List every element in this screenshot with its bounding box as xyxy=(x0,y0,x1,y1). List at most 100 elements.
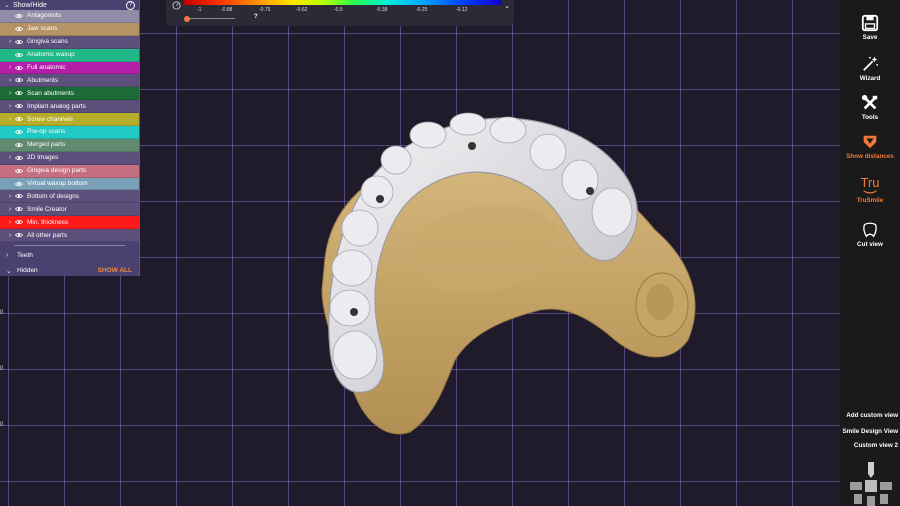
layer-row[interactable]: ›Anatomic waxup xyxy=(0,48,139,62)
chevron-right-icon[interactable]: › xyxy=(6,232,14,239)
visibility-eye-icon[interactable] xyxy=(15,142,24,148)
chevron-right-icon[interactable]: › xyxy=(6,116,14,123)
threshold-slider-track[interactable] xyxy=(189,18,235,19)
teeth-label: Teeth xyxy=(17,252,33,260)
layer-row[interactable]: › Gingiva scans xyxy=(0,35,139,49)
custom-view-2-link[interactable]: Custom view 2 xyxy=(854,442,898,449)
layer-row[interactable]: › Min. thickness xyxy=(0,216,139,230)
show-distances-button[interactable]: Show distances xyxy=(840,133,900,160)
navigation-cube-icon[interactable] xyxy=(848,460,894,506)
show-hide-title: Show/Hide xyxy=(13,1,47,9)
layer-row[interactable]: › Abutments xyxy=(0,74,139,88)
layer-label: Antagonists xyxy=(27,12,61,20)
visibility-eye-icon[interactable] xyxy=(15,168,24,174)
layer-row[interactable]: › 2D Images xyxy=(0,151,139,165)
layer-label: Implant analog parts xyxy=(27,102,86,110)
trusmile-logo-icon: Tru xyxy=(860,175,880,190)
layer-row[interactable]: › All other parts xyxy=(0,229,139,243)
right-toolbar: Save Wizard Tools Show distances Tru Tru… xyxy=(840,0,900,506)
layer-row[interactable]: › Bottom of designs xyxy=(0,190,139,204)
cut-view-label: Cut view xyxy=(857,241,883,248)
save-button[interactable]: Save xyxy=(840,14,900,41)
show-all-button[interactable]: SHOW ALL xyxy=(98,267,132,274)
visibility-eye-icon[interactable] xyxy=(15,193,24,199)
layer-row[interactable]: ›Merged parts xyxy=(0,138,139,152)
trusmile-button[interactable]: Tru TruSmile xyxy=(840,175,900,205)
chevron-right-icon[interactable]: › xyxy=(6,219,14,226)
layer-label: Jaw scans xyxy=(27,25,58,33)
wizard-label: Wizard xyxy=(859,75,881,82)
layer-row[interactable]: › Scan abutments xyxy=(0,87,139,101)
cut-view-button[interactable]: Cut view xyxy=(840,221,900,248)
add-custom-view-link[interactable]: Add custom view xyxy=(846,412,898,419)
layer-row[interactable]: › Screw channels xyxy=(0,113,139,127)
layer-label: Gingiva design parts xyxy=(27,167,87,175)
layer-label: Screw channels xyxy=(27,115,73,123)
visibility-eye-icon[interactable] xyxy=(15,26,24,32)
layer-label: Full anatomic xyxy=(27,64,66,71)
threshold-slider-handle[interactable] xyxy=(184,15,190,22)
layer-label: Pre-op scans xyxy=(27,128,66,136)
chevron-down-icon: ⌄ xyxy=(6,267,12,275)
trusmile-label: TruSmile xyxy=(856,197,884,204)
layer-row[interactable]: › Smile Creator xyxy=(0,203,139,217)
divider xyxy=(14,245,125,247)
layer-row[interactable]: › Implant analog parts xyxy=(0,100,139,114)
smile-curve-icon xyxy=(863,190,877,194)
visibility-eye-icon[interactable] xyxy=(15,39,24,45)
legend-tick-label: -0.5 xyxy=(334,7,343,13)
tools-label: Tools xyxy=(861,114,879,121)
visibility-eye-icon[interactable] xyxy=(15,206,24,212)
layer-row[interactable]: › Full anatomic xyxy=(0,61,139,75)
chevron-down-icon[interactable]: ⌄ xyxy=(504,2,510,10)
visibility-eye-icon[interactable] xyxy=(15,103,24,109)
legend-tick-label: -1 xyxy=(197,7,202,13)
hidden-label: Hidden xyxy=(17,267,38,275)
hidden-section[interactable]: ⌄ Hidden SHOW ALL xyxy=(0,263,139,278)
save-label: Save xyxy=(862,34,878,41)
layer-row[interactable]: ›Gingiva design parts xyxy=(0,164,139,178)
visibility-eye-icon[interactable] xyxy=(15,77,24,83)
show-hide-header[interactable]: ⌄ Show/Hide ? xyxy=(0,0,139,10)
chevron-right-icon[interactable]: › xyxy=(6,154,14,161)
layer-label: Abutments xyxy=(27,76,59,84)
visibility-eye-icon[interactable] xyxy=(15,116,24,122)
gauge-icon[interactable] xyxy=(172,1,181,10)
chevron-right-icon[interactable]: › xyxy=(6,193,14,200)
layer-row[interactable]: ›Antagonists xyxy=(0,10,139,23)
visibility-eye-icon[interactable] xyxy=(15,65,24,71)
visibility-eye-icon[interactable] xyxy=(15,90,24,96)
layer-label: Scan abutments xyxy=(27,89,74,97)
chevron-down-icon: ⌄ xyxy=(4,2,10,9)
layer-label: Gingiva scans xyxy=(27,38,68,46)
visibility-eye-icon[interactable] xyxy=(15,232,24,238)
smile-design-view-link[interactable]: Smile Design View xyxy=(842,428,898,435)
deviation-color-legend: -1 -0.88 -0.75 -0.62 -0.5 -0.38 -0.25 -0.12 ? ⌄ xyxy=(166,0,514,26)
question-mark: ? xyxy=(254,14,258,20)
layer-label: Anatomic waxup xyxy=(27,51,75,59)
tooth-section-icon xyxy=(863,222,877,238)
wizard-button[interactable]: Wizard xyxy=(840,55,900,82)
chevron-right-icon[interactable]: › xyxy=(6,38,14,45)
chevron-right-icon[interactable]: › xyxy=(6,90,14,97)
chevron-right-icon[interactable]: › xyxy=(6,206,14,213)
layer-row[interactable]: ›Virtual waxup bottom xyxy=(0,177,139,191)
help-icon[interactable]: ? xyxy=(126,0,135,10)
teeth-section[interactable]: › Teeth xyxy=(0,248,139,263)
visibility-eye-icon[interactable] xyxy=(15,219,24,225)
axis-tick-label: 0 xyxy=(0,366,4,372)
chevron-right-icon[interactable]: › xyxy=(6,64,14,71)
color-scale-bar xyxy=(184,0,502,5)
chevron-right-icon[interactable]: › xyxy=(6,77,14,84)
visibility-eye-icon[interactable] xyxy=(15,52,24,58)
visibility-eye-icon[interactable] xyxy=(15,155,24,161)
layer-row[interactable]: ›Pre-op scans xyxy=(0,126,139,139)
visibility-eye-icon[interactable] xyxy=(15,13,24,19)
chevron-right-icon[interactable]: › xyxy=(6,103,14,110)
layer-row[interactable]: ›Jaw scans xyxy=(0,22,139,36)
tools-button[interactable]: Tools xyxy=(840,94,900,121)
legend-tick-label: -0.25 xyxy=(416,7,428,13)
visibility-eye-icon[interactable] xyxy=(15,181,24,187)
visibility-eye-icon[interactable] xyxy=(15,129,24,135)
layer-label: All other parts xyxy=(27,231,68,239)
